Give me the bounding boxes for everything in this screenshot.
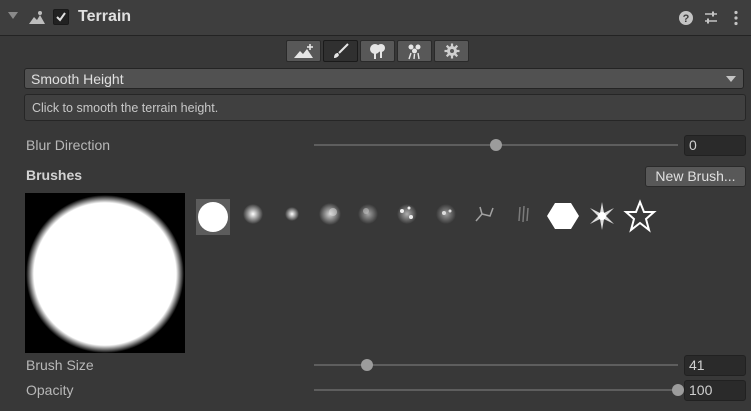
more-options-icon[interactable] (727, 9, 745, 27)
gear-icon (444, 43, 459, 59)
paint-trees-tool[interactable] (360, 40, 395, 62)
details-grass-icon (407, 44, 420, 60)
component-header: Terrain ? (0, 0, 751, 36)
brush-hard-round-icon (198, 202, 228, 232)
brush-cloudy[interactable] (313, 199, 347, 235)
foldout-arrow-icon[interactable] (8, 12, 18, 19)
brush-streaks[interactable] (507, 199, 541, 235)
chevron-down-icon (726, 76, 736, 82)
paintbrush-icon (333, 43, 349, 58)
tree-icon (369, 44, 385, 59)
brush-cloudy-icon (319, 203, 341, 225)
brush-streaks-icon (518, 205, 529, 223)
brush-small-soft[interactable] (275, 199, 309, 235)
brush-cloudy-2[interactable] (351, 199, 385, 235)
brush-preview-image (26, 195, 184, 353)
paint-details-tool[interactable] (397, 40, 432, 62)
brush-spotted-2-icon (436, 204, 456, 224)
checkmark-icon (56, 12, 66, 22)
brush-soft-round-icon (243, 204, 263, 224)
brush-star-outline[interactable] (623, 199, 657, 235)
slider-thumb[interactable] (360, 359, 373, 371)
terrain-settings-tool[interactable] (434, 40, 469, 62)
svg-text:?: ? (683, 13, 690, 25)
enabled-checkbox[interactable] (53, 9, 69, 25)
tool-mode-dropdown[interactable]: Smooth Height (24, 68, 744, 89)
paint-terrain-tool[interactable] (323, 40, 358, 62)
blur-direction-slider[interactable] (314, 138, 678, 152)
slider-thumb[interactable] (672, 384, 684, 396)
brush-veins-icon (475, 206, 494, 222)
opacity-label: Opacity (26, 382, 74, 398)
brush-star-burst[interactable] (585, 199, 619, 235)
brush-size-slider[interactable] (314, 358, 678, 372)
tool-mode-value: Smooth Height (31, 71, 124, 87)
opacity-slider[interactable] (314, 383, 684, 397)
brush-preview (25, 193, 185, 353)
brush-soft-round[interactable] (236, 199, 270, 235)
brush-spotted-icon (397, 204, 417, 224)
brush-list (196, 199, 751, 237)
brushes-label: Brushes (26, 167, 83, 183)
slider-track (314, 389, 678, 391)
blur-direction-label: Blur Direction (26, 137, 111, 153)
brush-small-soft-icon (285, 207, 299, 221)
terrain-icon (29, 11, 45, 24)
brush-spotted[interactable] (390, 199, 424, 235)
opacity-field[interactable]: 100 (684, 380, 746, 401)
help-icon[interactable]: ? (677, 9, 695, 27)
brush-size-label: Brush Size (26, 357, 94, 373)
brush-hard-round[interactable] (196, 199, 230, 235)
brush-veins[interactable] (468, 199, 502, 235)
terrain-toolbar (286, 40, 471, 62)
raise-terrain-icon (293, 44, 313, 58)
help-text: Click to smooth the terrain height. (32, 101, 219, 115)
raise-terrain-tool[interactable] (286, 40, 321, 62)
brush-hexagon[interactable] (546, 199, 580, 235)
new-brush-button[interactable]: New Brush... (645, 166, 746, 187)
component-title: Terrain (78, 8, 132, 25)
brush-spotted-2[interactable] (429, 199, 463, 235)
presets-icon[interactable] (702, 9, 720, 27)
brush-cloudy-2-icon (358, 204, 378, 224)
brush-star-burst-icon (590, 202, 614, 230)
blur-direction-field[interactable]: 0 (684, 135, 746, 156)
brush-hexagon-icon (547, 203, 579, 229)
help-box: Click to smooth the terrain height. (24, 94, 746, 121)
brush-size-field[interactable]: 41 (684, 355, 746, 376)
slider-thumb[interactable] (490, 139, 502, 151)
brush-star-outline-icon (623, 199, 657, 233)
